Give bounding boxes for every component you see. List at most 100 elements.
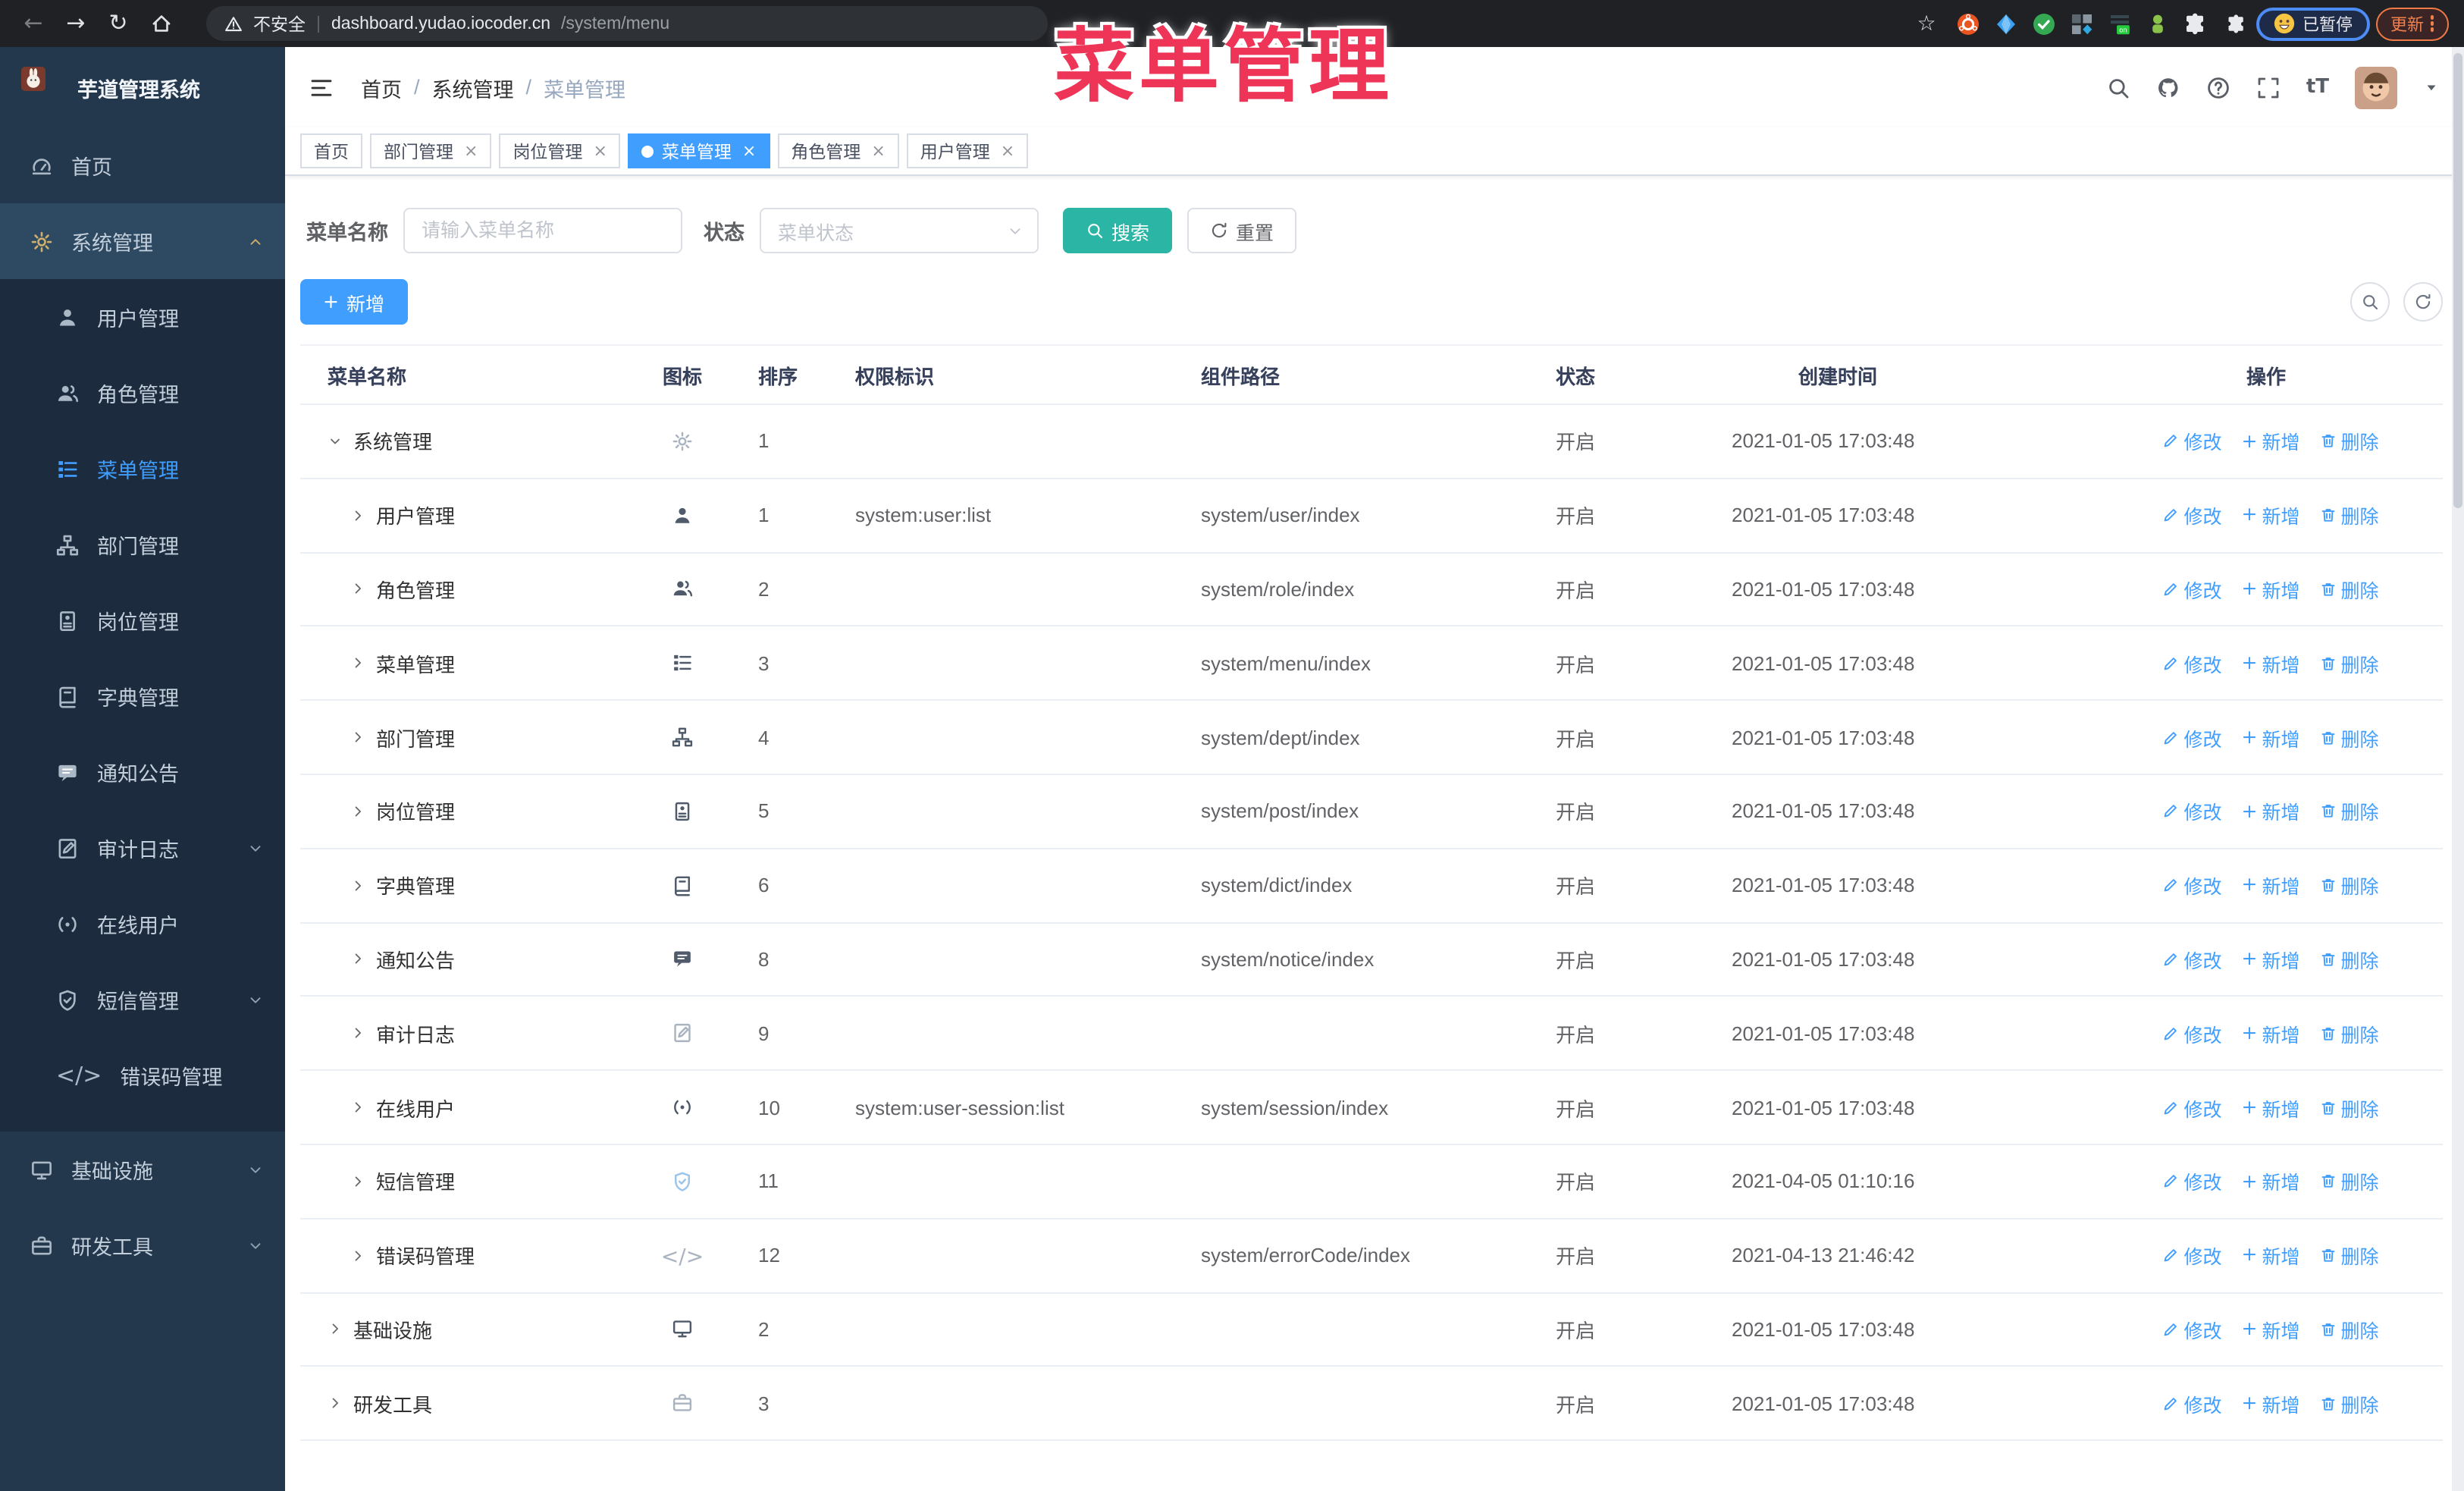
- sidebar-item[interactable]: 部门管理: [0, 507, 285, 582]
- table-row[interactable]: 角色管理 2 system/role/index 开启 2021-01-05 17:03…: [300, 553, 2443, 627]
- edit-link[interactable]: 修改: [2162, 427, 2222, 456]
- page-scrollbar[interactable]: [2452, 47, 2464, 1491]
- address-bar[interactable]: 不安全 | dashboard.yudao.iocoder.cn/system/…: [206, 6, 1048, 41]
- sidebar-item[interactable]: 在线用户: [0, 886, 285, 962]
- add-link[interactable]: + 新增: [2242, 1019, 2300, 1048]
- table-row[interactable]: 字典管理 6 system/dict/index 开启 2021-01-05 17:03…: [300, 849, 2443, 924]
- table-row[interactable]: 在线用户 10 system:user-session:list system/ses…: [300, 1071, 2443, 1145]
- edit-link[interactable]: 修改: [2162, 1019, 2222, 1048]
- sidebar-item[interactable]: 首页: [0, 127, 285, 203]
- search-icon[interactable]: [2106, 75, 2130, 99]
- table-row[interactable]: 系统管理 1 开启 2021-01-05 17:03:48 修改 + 新增 删除: [300, 405, 2443, 479]
- edit-link[interactable]: 修改: [2162, 723, 2222, 752]
- add-link[interactable]: + 新增: [2242, 501, 2300, 529]
- add-link[interactable]: + 新增: [2242, 1241, 2300, 1270]
- table-row[interactable]: 用户管理 1 system:user:list system/user/index 开启…: [300, 479, 2443, 554]
- chevron-right-icon[interactable]: [328, 1396, 343, 1411]
- delete-link[interactable]: 删除: [2320, 871, 2379, 899]
- sidebar-item[interactable]: 用户管理: [0, 279, 285, 355]
- sidebar-item[interactable]: </> 错误码管理: [0, 1037, 285, 1113]
- edit-link[interactable]: 修改: [2162, 945, 2222, 974]
- ext-puzzle-icon[interactable]: [2183, 11, 2207, 36]
- chevron-right-icon[interactable]: [328, 1322, 343, 1337]
- chevron-right-icon[interactable]: [350, 730, 365, 745]
- edit-link[interactable]: 修改: [2162, 649, 2222, 678]
- delete-link[interactable]: 删除: [2320, 797, 2379, 826]
- breadcrumb-system[interactable]: 系统管理: [432, 72, 514, 102]
- ext-grid-icon[interactable]: [2069, 11, 2093, 36]
- table-row[interactable]: 基础设施 2 开启 2021-01-05 17:03:48 修改 + 新增 删除: [300, 1293, 2443, 1367]
- table-row[interactable]: 菜单管理 3 system/menu/index 开启 2021-01-05 17:03…: [300, 627, 2443, 702]
- tab-item[interactable]: 首页: [300, 133, 362, 168]
- edit-link[interactable]: 修改: [2162, 1315, 2222, 1344]
- edit-link[interactable]: 修改: [2162, 501, 2222, 529]
- delete-link[interactable]: 删除: [2320, 723, 2379, 752]
- tab-item[interactable]: 用户管理 ×: [906, 133, 1029, 168]
- chevron-right-icon[interactable]: [350, 1026, 365, 1041]
- close-icon[interactable]: ×: [742, 143, 756, 159]
- status-select[interactable]: 菜单状态: [760, 208, 1039, 253]
- chevron-right-icon[interactable]: [350, 1100, 365, 1115]
- add-link[interactable]: + 新增: [2242, 1315, 2300, 1344]
- chevron-right-icon[interactable]: [350, 952, 365, 967]
- delete-link[interactable]: 删除: [2320, 1315, 2379, 1344]
- add-link[interactable]: + 新增: [2242, 1389, 2300, 1418]
- add-link[interactable]: + 新增: [2242, 427, 2300, 456]
- delete-link[interactable]: 删除: [2320, 649, 2379, 678]
- sidebar-item[interactable]: 研发工具: [0, 1207, 285, 1283]
- add-link[interactable]: + 新增: [2242, 1167, 2300, 1196]
- ext-onpage-icon[interactable]: on: [2107, 11, 2131, 36]
- edit-link[interactable]: 修改: [2162, 1167, 2222, 1196]
- close-icon[interactable]: ×: [871, 143, 885, 159]
- edit-link[interactable]: 修改: [2162, 871, 2222, 899]
- sidebar-item[interactable]: 角色管理: [0, 355, 285, 431]
- browser-home-icon[interactable]: [143, 5, 179, 42]
- chevron-right-icon[interactable]: [350, 656, 365, 671]
- add-link[interactable]: + 新增: [2242, 649, 2300, 678]
- sidebar-item[interactable]: 审计日志: [0, 810, 285, 886]
- chevron-down-icon[interactable]: [328, 434, 343, 449]
- ext-bot-icon[interactable]: [2145, 11, 2169, 36]
- add-link[interactable]: + 新增: [2242, 575, 2300, 604]
- delete-link[interactable]: 删除: [2320, 1241, 2379, 1270]
- ext-gem-icon[interactable]: [1993, 11, 2017, 36]
- delete-link[interactable]: 删除: [2320, 1167, 2379, 1196]
- sidebar-item[interactable]: 通知公告: [0, 734, 285, 810]
- edit-link[interactable]: 修改: [2162, 1093, 2222, 1122]
- sidebar-item[interactable]: 菜单管理: [0, 431, 285, 507]
- add-link[interactable]: + 新增: [2242, 871, 2300, 899]
- table-row[interactable]: 部门管理 4 system/dept/index 开启 2021-01-05 17:03…: [300, 701, 2443, 775]
- table-row[interactable]: 短信管理 11 开启 2021-04-05 01:10:16 修改 + 新增 删除: [300, 1145, 2443, 1219]
- add-link[interactable]: + 新增: [2242, 723, 2300, 752]
- user-avatar[interactable]: [2355, 66, 2397, 108]
- chevron-right-icon[interactable]: [350, 1174, 365, 1189]
- app-logo[interactable]: 芋道管理系统: [0, 47, 285, 127]
- toggle-search-button[interactable]: [2350, 282, 2390, 322]
- user-menu-caret-icon[interactable]: [2423, 79, 2440, 96]
- sidebar-item[interactable]: 基础设施: [0, 1132, 285, 1207]
- chevron-right-icon[interactable]: [350, 582, 365, 597]
- table-row[interactable]: 岗位管理 5 system/post/index 开启 2021-01-05 17:03…: [300, 775, 2443, 849]
- delete-link[interactable]: 删除: [2320, 427, 2379, 456]
- help-icon[interactable]: [2206, 75, 2230, 99]
- delete-link[interactable]: 删除: [2320, 501, 2379, 529]
- chevron-right-icon[interactable]: [350, 877, 365, 893]
- browser-forward-icon[interactable]: →: [58, 5, 94, 42]
- ext-ubuntu-icon[interactable]: [1955, 11, 1980, 36]
- browser-back-icon[interactable]: ←: [15, 5, 52, 42]
- table-row[interactable]: 错误码管理 </> 12 system/errorCode/index 开启 2021-0…: [300, 1219, 2443, 1294]
- tab-item[interactable]: 岗位管理 ×: [499, 133, 621, 168]
- tab-item[interactable]: 角色管理 ×: [777, 133, 899, 168]
- edit-link[interactable]: 修改: [2162, 575, 2222, 604]
- search-button[interactable]: 搜索: [1063, 208, 1173, 253]
- chevron-right-icon[interactable]: [350, 804, 365, 819]
- menu-name-input[interactable]: [403, 208, 682, 253]
- ext-verified-icon[interactable]: [2031, 11, 2055, 36]
- add-link[interactable]: + 新增: [2242, 797, 2300, 826]
- chevron-right-icon[interactable]: [350, 1248, 365, 1263]
- tab-active[interactable]: 菜单管理 ×: [628, 133, 770, 168]
- edit-link[interactable]: 修改: [2162, 1241, 2222, 1270]
- add-link[interactable]: + 新增: [2242, 1093, 2300, 1122]
- github-icon[interactable]: [2156, 75, 2180, 99]
- edit-link[interactable]: 修改: [2162, 797, 2222, 826]
